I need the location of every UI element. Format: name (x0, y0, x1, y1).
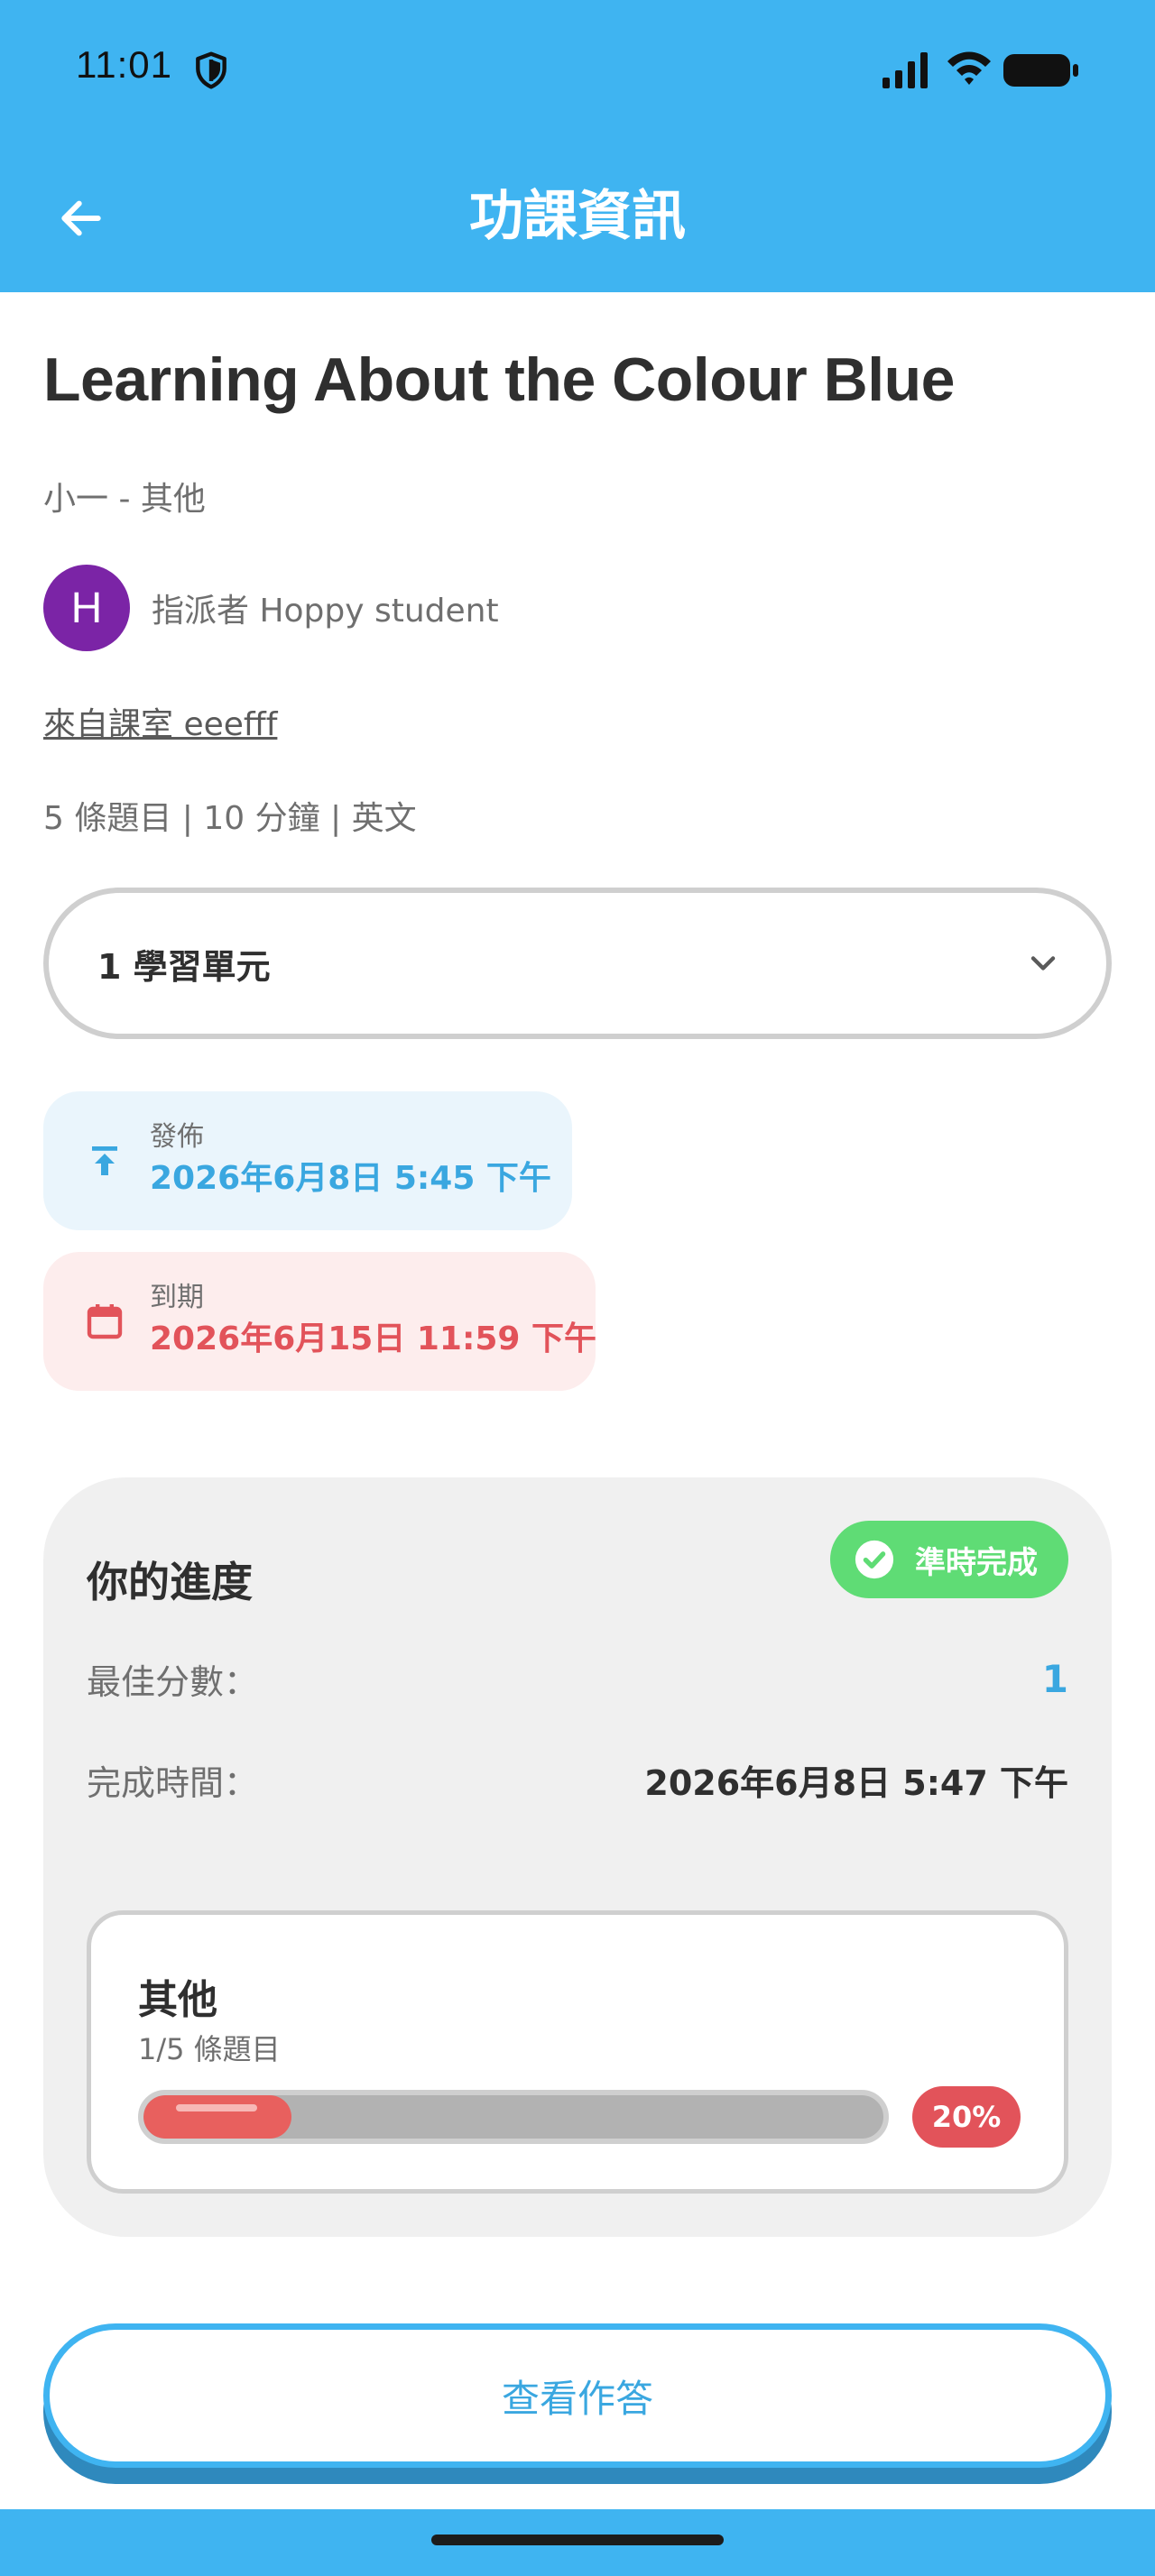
percent-badge: 20% (912, 2086, 1021, 2148)
check-circle-icon (855, 1540, 894, 1579)
progress-card: 你的進度 準時完成 最佳分數： 1 完成時間： 2026年6月8日 5:47 下… (43, 1477, 1112, 2237)
completion-time-row: 完成時間： 2026年6月8日 5:47 下午 (87, 1755, 1068, 1805)
status-badge: 準時完成 (830, 1521, 1068, 1598)
classroom-link[interactable]: 來自課室 eeefff (43, 698, 277, 745)
status-badge-label: 準時完成 (915, 1544, 1038, 1581)
avatar: H (43, 565, 130, 651)
progress-title: 你的進度 (87, 1558, 253, 1606)
assignment-title: Learning About the Colour Blue (43, 345, 955, 414)
battery-icon (1003, 54, 1078, 87)
learning-units-dropdown[interactable]: 1 學習單元 (43, 888, 1112, 1039)
assigner-name: 指派者 Hoppy student (152, 593, 499, 630)
best-score-label: 最佳分數： (87, 1662, 259, 1702)
section-question-count: 1/5 條題目 (138, 2032, 281, 2066)
assigner-row: H 指派者 Hoppy student (43, 565, 499, 651)
upload-icon (92, 1146, 117, 1175)
section-progress-fill (143, 2095, 291, 2139)
due-date: 2026年6月15日 11:59 下午 (150, 1320, 597, 1357)
page-title: 功課資訊 (469, 185, 686, 248)
section-name: 其他 (138, 1977, 217, 2023)
bottom-bar (0, 2509, 1155, 2576)
publish-label: 發佈 (150, 1121, 204, 1153)
section-progress-bar (138, 2090, 889, 2144)
publish-date-chip: 發佈 2026年6月8日 5:45 下午 (43, 1091, 572, 1230)
completion-time-label: 完成時間： (87, 1763, 259, 1803)
assignment-meta: 5 條題目 | 10 分鐘 | 英文 (43, 800, 417, 837)
best-score-value: 1 (1041, 1657, 1068, 1701)
completion-time-value: 2026年6月8日 5:47 下午 (644, 1763, 1068, 1803)
wifi-icon (947, 51, 991, 85)
publish-date: 2026年6月8日 5:45 下午 (150, 1160, 551, 1197)
calendar-icon (87, 1304, 123, 1339)
chevron-down-icon (1030, 956, 1056, 971)
dropdown-label: 1 學習單元 (97, 946, 271, 987)
cellular-signal-icon (882, 52, 928, 88)
section-progress-card: 其他 1/5 條題目 20% (87, 1910, 1068, 2194)
view-answers-button[interactable]: 查看作答 (43, 2323, 1112, 2468)
shield-icon (196, 51, 226, 89)
app-header: 11:01 功課資訊 (0, 0, 1155, 292)
home-indicator[interactable] (431, 2535, 724, 2545)
best-score-row: 最佳分數： 1 (87, 1654, 1068, 1704)
due-date-chip: 到期 2026年6月15日 11:59 下午 (43, 1252, 596, 1391)
status-time: 11:01 (76, 43, 172, 86)
grade-subject: 小一 - 其他 (43, 481, 206, 518)
due-label: 到期 (150, 1282, 204, 1313)
